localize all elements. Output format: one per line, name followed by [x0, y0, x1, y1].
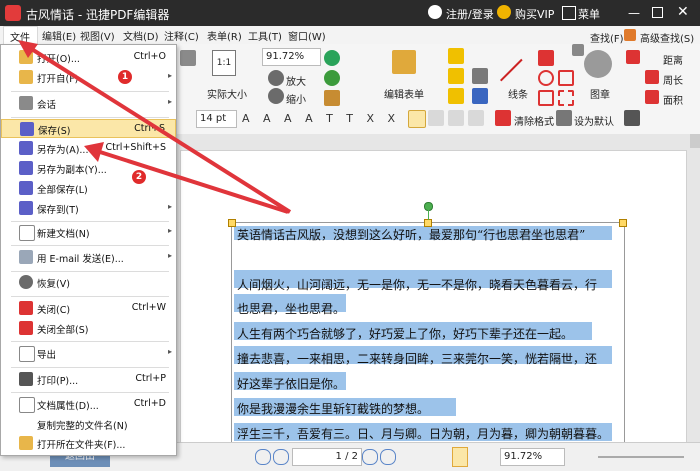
annotation-arrows	[18, 40, 292, 214]
annotation-arrow-2	[99, 150, 289, 214]
arrow-head-icon	[84, 142, 104, 162]
step-badge-2: 2	[132, 170, 146, 184]
annotation-arrow-1	[28, 46, 292, 214]
step-badge-1: 1	[118, 70, 132, 84]
